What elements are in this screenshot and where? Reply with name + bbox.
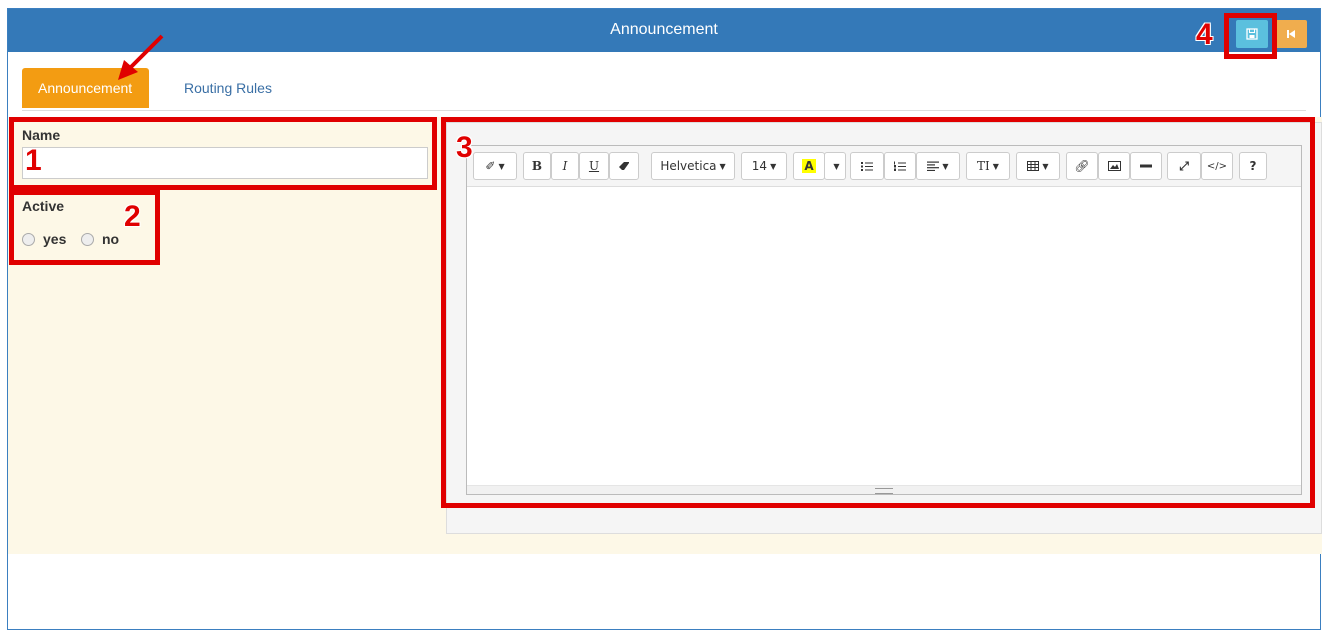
annotation-box-name: [9, 117, 437, 190]
tab-routing-rules[interactable]: Routing Rules: [168, 68, 288, 108]
title-bar: Announcement: [8, 9, 1320, 52]
tab-bar: Announcement Routing Rules: [22, 68, 1306, 111]
annotation-arrow: [118, 34, 164, 80]
callout-4: 4: [1196, 18, 1213, 51]
window-title: Announcement: [610, 21, 718, 38]
back-button[interactable]: [1275, 20, 1307, 48]
annotation-box-save: [1224, 13, 1277, 59]
callout-3: 3: [456, 131, 473, 164]
skip-back-icon: [1287, 30, 1295, 38]
callout-2: 2: [124, 200, 141, 233]
annotation-box-editor: [441, 117, 1315, 508]
callout-1: 1: [25, 144, 42, 177]
